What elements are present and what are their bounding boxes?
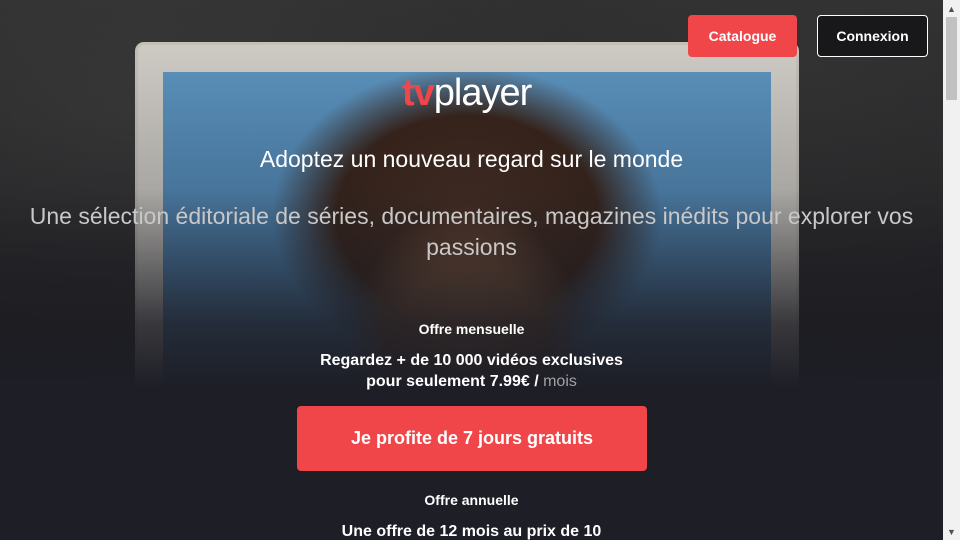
catalogue-button[interactable]: Catalogue: [688, 15, 797, 57]
scroll-down-arrow-icon[interactable]: ▼: [943, 523, 960, 540]
monthly-offer-line1: Regardez + de 10 000 vidéos exclusives: [320, 352, 623, 369]
monthly-offer-price: pour seulement 7.99€ /: [366, 373, 539, 390]
monthly-offer-period: mois: [543, 373, 577, 390]
monthly-offer-line2: pour seulement 7.99€ / mois: [0, 371, 943, 392]
logo-tv-text: tv: [402, 72, 435, 114]
hero-subtitle: Une sélection éditoriale de séries, docu…: [29, 203, 914, 260]
scroll-up-arrow-icon[interactable]: ▲: [943, 0, 960, 17]
logo-player-text: player: [433, 72, 532, 114]
connexion-button[interactable]: Connexion: [817, 15, 928, 57]
monthly-offer-description: Regardez + de 10 000 vidéos exclusives p…: [0, 350, 943, 392]
annual-offer-title: Offre annuelle: [424, 492, 519, 508]
free-trial-button[interactable]: Je profite de 7 jours gratuits: [297, 406, 647, 471]
monthly-offer-title: Offre mensuelle: [418, 321, 525, 337]
tvplayer-logo: tv player: [402, 72, 532, 122]
annual-offer-description: Une offre de 12 mois au prix de 10: [341, 523, 602, 540]
vertical-scrollbar[interactable]: ▲ ▼: [943, 0, 960, 540]
scroll-thumb[interactable]: [946, 17, 957, 100]
hero-tagline: Adoptez un nouveau regard sur le monde: [259, 146, 684, 172]
